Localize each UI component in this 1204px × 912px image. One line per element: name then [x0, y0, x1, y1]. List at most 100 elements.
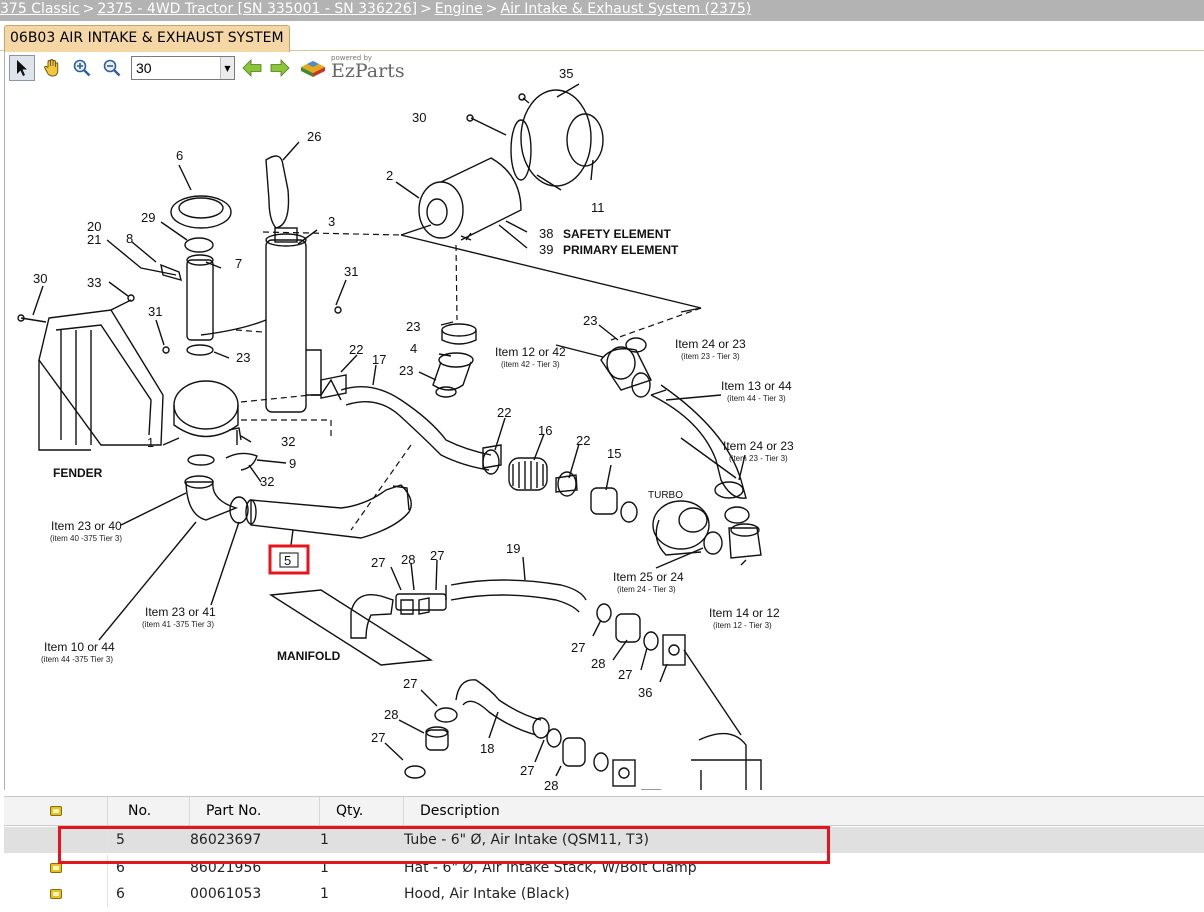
callout-35[interactable]: 35 [559, 66, 573, 81]
callout-22[interactable]: 22 [497, 405, 511, 420]
brand-name: EzParts [331, 60, 405, 82]
callout-5[interactable]: 5 [284, 553, 291, 568]
callout-8[interactable]: 8 [126, 231, 133, 246]
table-row[interactable]: 6 00061053 1 Hood, Air Intake (Black) [4, 881, 1204, 907]
callout-27[interactable]: 27 [430, 548, 444, 563]
header-description[interactable]: Description [404, 797, 1204, 825]
label-item-24-or-23-b: Item 24 or 23 [723, 439, 794, 453]
callout-30[interactable]: 30 [33, 271, 47, 286]
cell-qty: 1 [320, 832, 329, 848]
callout-16[interactable]: 16 [538, 423, 552, 438]
zoom-out-icon [103, 59, 121, 77]
tab-strip: 06B03 AIR INTAKE & EXHAUST SYSTEM [0, 21, 1204, 52]
breadcrumb-link-section[interactable]: Air Intake & Exhaust System (2375) [501, 1, 752, 17]
parts-table-header: No. Part No. Qty. Description [4, 796, 1204, 826]
callout-38[interactable]: 38 [539, 226, 553, 241]
callout-21[interactable]: 21 [87, 232, 101, 247]
callout-32[interactable]: 32 [281, 434, 295, 449]
callout-23[interactable]: 23 [583, 313, 597, 328]
callout-15[interactable]: 15 [607, 446, 621, 461]
pointer-icon [17, 60, 27, 76]
next-button[interactable] [267, 55, 293, 81]
callout-26[interactable]: 26 [307, 129, 321, 144]
callout-3[interactable]: 3 [328, 214, 335, 229]
cell-no: 6 [116, 886, 125, 902]
breadcrumb-separator: > [420, 1, 432, 17]
breadcrumb-separator: > [485, 1, 498, 17]
callout-22[interactable]: 22 [576, 433, 590, 448]
ezparts-logo-icon [301, 61, 325, 77]
header-icon-column [4, 797, 108, 825]
callout-30[interactable]: 30 [412, 110, 426, 125]
header-part-no[interactable]: Part No. [190, 797, 320, 825]
callout-28[interactable]: 28 [384, 707, 398, 722]
callout-27[interactable]: 27 [371, 730, 385, 745]
pan-tool-button[interactable] [39, 55, 65, 81]
callout-4[interactable]: 4 [410, 341, 417, 356]
header-no[interactable]: No. [108, 797, 190, 825]
tab-diagram[interactable]: 06B03 AIR INTAKE & EXHAUST SYSTEM [4, 25, 290, 52]
callout-27[interactable]: 27 [403, 676, 417, 691]
zoom-in-button[interactable] [69, 55, 95, 81]
callout-22[interactable]: 22 [349, 342, 363, 357]
previous-arrow-icon [242, 59, 262, 77]
callout-7[interactable]: 7 [235, 256, 242, 271]
cart-icon[interactable] [49, 889, 62, 899]
zoom-out-button[interactable] [99, 55, 125, 81]
callout-5-highlight[interactable]: 5 [268, 544, 310, 575]
callout-28[interactable]: 28 [591, 656, 605, 671]
label-item-24-or-23: Item 24 or 23 [675, 337, 746, 351]
label-turbo: TURBO [648, 490, 683, 501]
callout-32[interactable]: 32 [260, 474, 274, 489]
parts-table: No. Part No. Qty. Description 5 86023697… [0, 796, 1204, 912]
zoom-level-select[interactable]: 30 ▼ [131, 56, 235, 80]
pointer-tool-button[interactable] [9, 55, 35, 81]
callout-36[interactable]: 36 [638, 685, 652, 700]
chevron-down-icon[interactable]: ▼ [220, 57, 234, 79]
viewer-toolbar: 30 ▼ powered by EzParts [5, 52, 445, 84]
callout-27[interactable]: 27 [571, 640, 585, 655]
table-row[interactable]: 5 86023697 1 Tube - 6" Ø, Air Intake (QS… [4, 827, 1204, 853]
label-item-24-or-23-b-sub: (item 23 - Tier 3) [729, 454, 788, 463]
cart-icon[interactable] [49, 863, 62, 873]
callout-17[interactable]: 17 [372, 352, 386, 367]
label-item-10-or-44: Item 10 or 44 [44, 640, 115, 654]
diagram-viewer[interactable]: 35 30 2 11 38 39 6 26 3 29 20 21 8 7 30 … [4, 52, 1204, 790]
callout-27[interactable]: 27 [618, 667, 632, 682]
exploded-parts-diagram[interactable]: 35 30 2 11 38 39 6 26 3 29 20 21 8 7 30 … [5, 52, 1204, 790]
callout-33[interactable]: 33 [87, 275, 101, 290]
cell-part-no: 86023697 [190, 832, 262, 848]
callout-27[interactable]: 27 [520, 763, 534, 778]
callout-11[interactable]: 11 [591, 200, 605, 215]
label-item-24-or-23-sub: (item 23 - Tier 3) [681, 352, 740, 361]
callout-27[interactable]: 27 [371, 555, 385, 570]
label-primary-element: PRIMARY ELEMENT [563, 243, 679, 257]
row-icon-cell [4, 827, 108, 853]
callout-23[interactable]: 23 [399, 363, 413, 378]
callout-31[interactable]: 31 [148, 304, 162, 319]
callout-23[interactable]: 23 [406, 319, 420, 334]
label-fender: FENDER [53, 466, 103, 480]
callout-28[interactable]: 28 [544, 778, 558, 790]
previous-button[interactable] [239, 55, 265, 81]
callout-23[interactable]: 23 [236, 350, 250, 365]
breadcrumb-link-engine[interactable]: Engine [435, 1, 483, 17]
label-item-25-or-24: Item 25 or 24 [613, 570, 684, 584]
callout-31[interactable]: 31 [344, 264, 358, 279]
breadcrumb-link-tractor[interactable]: 2375 - 4WD Tractor [SN 335001 - SN 33622… [97, 1, 417, 17]
callout-18[interactable]: 18 [480, 741, 494, 756]
callout-19[interactable]: 19 [506, 541, 520, 556]
callout-1[interactable]: 1 [147, 435, 154, 450]
header-qty[interactable]: Qty. [320, 797, 404, 825]
label-item-10-or-44-sub: (item 44 -375 Tier 3) [41, 655, 113, 664]
breadcrumb-link-model[interactable]: 375 Classic [0, 1, 80, 17]
callout-28[interactable]: 28 [401, 552, 415, 567]
callout-6[interactable]: 6 [176, 148, 183, 163]
label-item-13-or-44-sub: (item 44 - Tier 3) [727, 394, 786, 403]
table-row[interactable]: 6 86021956 1 Hat - 6" Ø, Air Intake Stac… [4, 855, 1204, 881]
callout-2[interactable]: 2 [386, 168, 393, 183]
row-icon-cell [4, 881, 108, 907]
callout-39[interactable]: 39 [539, 242, 553, 257]
callout-29[interactable]: 29 [141, 210, 155, 225]
callout-9[interactable]: 9 [289, 456, 296, 471]
